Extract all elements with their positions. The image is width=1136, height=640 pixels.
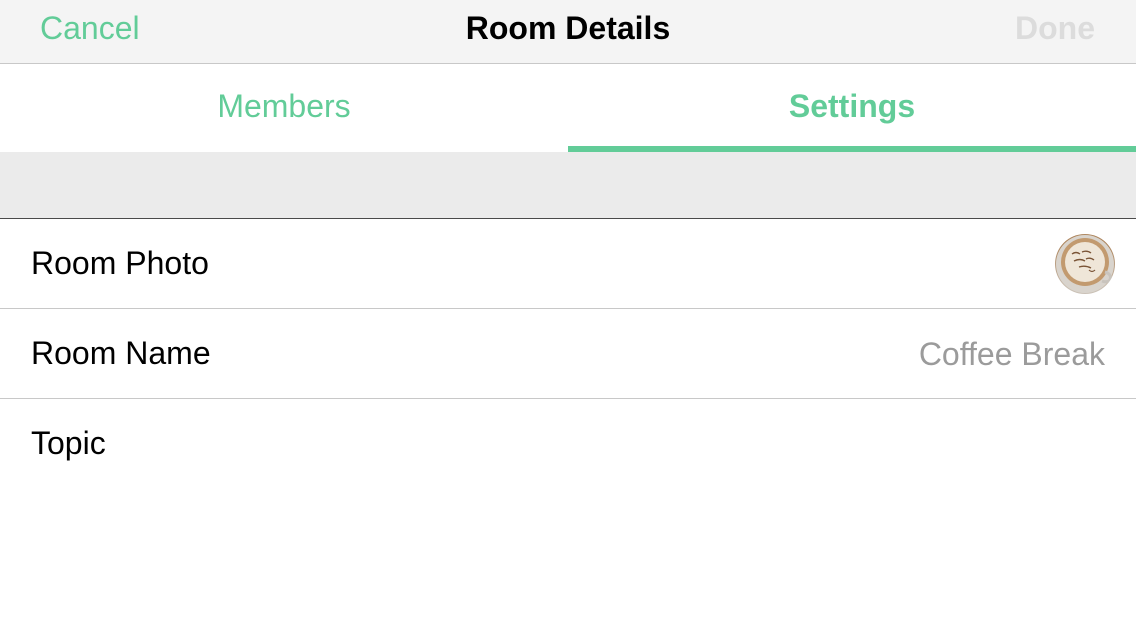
segmented-tabs: Members Settings bbox=[0, 64, 1136, 152]
coffee-cup-image bbox=[1056, 235, 1114, 293]
topic-row[interactable]: Topic bbox=[0, 399, 1136, 489]
room-name-label: Room Name bbox=[31, 335, 211, 371]
tab-members-label: Members bbox=[217, 88, 351, 124]
done-button[interactable]: Done bbox=[1015, 10, 1095, 47]
topic-label: Topic bbox=[31, 425, 106, 461]
page-title: Room Details bbox=[465, 10, 671, 46]
tab-members[interactable]: Members bbox=[0, 64, 568, 152]
navigation-bar: Cancel Room Details Done bbox=[0, 0, 1136, 64]
room-name-value[interactable]: Coffee Break bbox=[919, 336, 1105, 373]
room-photo-avatar[interactable] bbox=[1055, 234, 1115, 294]
room-name-row[interactable]: Room Name Coffee Break bbox=[0, 309, 1136, 399]
room-photo-row[interactable]: Room Photo bbox=[0, 219, 1136, 309]
section-header-spacer bbox=[0, 152, 1136, 219]
room-photo-label: Room Photo bbox=[31, 245, 209, 281]
tab-settings[interactable]: Settings bbox=[568, 64, 1136, 152]
tab-settings-label: Settings bbox=[788, 88, 916, 124]
active-tab-indicator bbox=[568, 146, 1136, 152]
